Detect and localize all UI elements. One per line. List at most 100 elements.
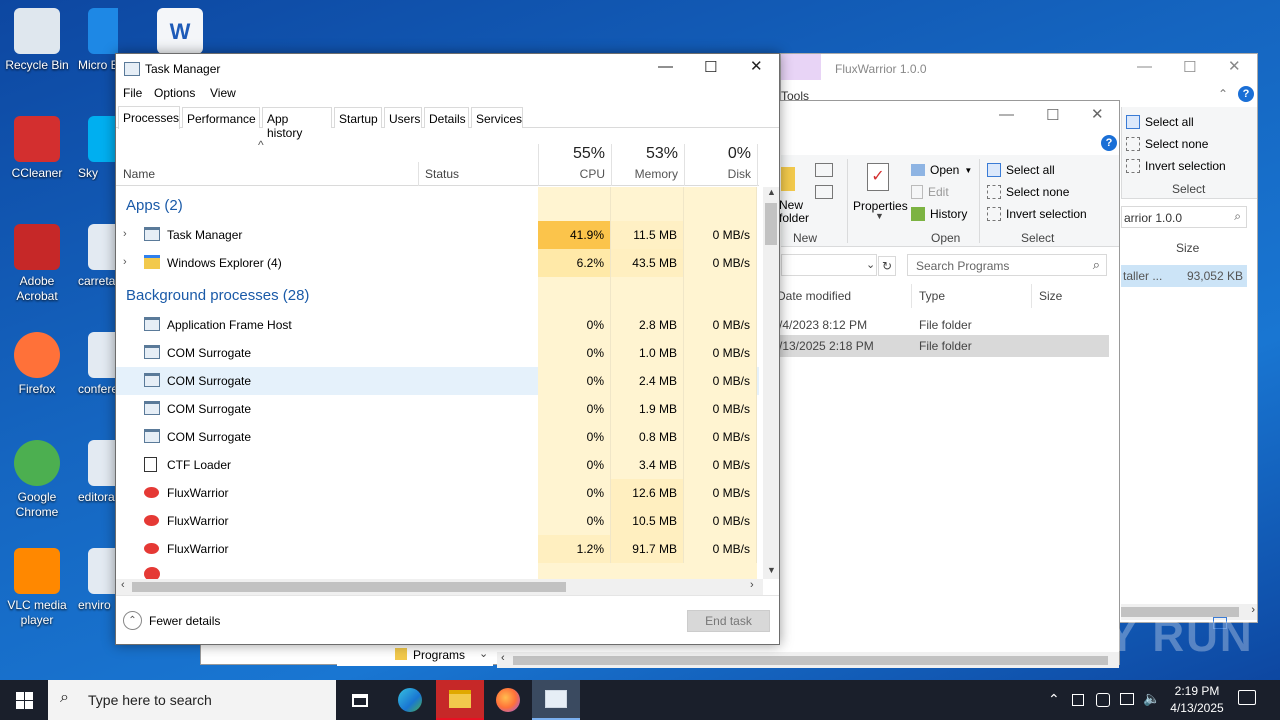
process-row[interactable]: CTF Loader 0% 3.4 MB 0 MB/s bbox=[116, 451, 759, 479]
tab-details[interactable]: Details bbox=[424, 107, 469, 128]
search-box[interactable]: arrior 1.0.0 ⌕ bbox=[1121, 206, 1247, 228]
desktop-icon-edge[interactable]: Micro Ed bbox=[74, 8, 118, 73]
invert-selection-button[interactable]: Invert selection bbox=[1126, 159, 1226, 173]
column-header-type[interactable]: Type bbox=[919, 289, 945, 303]
volume-icon[interactable]: 🔈 bbox=[1143, 690, 1160, 707]
minimize-button[interactable]: — bbox=[999, 106, 1014, 123]
network-icon[interactable] bbox=[1120, 693, 1134, 705]
desktop-icon-file[interactable]: carreta bbox=[74, 224, 118, 289]
column-header-memory[interactable]: Memory bbox=[612, 167, 678, 181]
column-header-cpu[interactable]: CPU bbox=[539, 167, 605, 181]
desktop-icon-word[interactable]: enviro bbox=[74, 548, 118, 613]
invert-selection-button[interactable]: Invert selection bbox=[987, 207, 1087, 221]
close-button[interactable]: ✕ bbox=[1228, 57, 1241, 75]
taskbar-task-manager-button[interactable] bbox=[532, 680, 580, 720]
end-task-button[interactable]: End task bbox=[687, 610, 770, 632]
sort-up-icon[interactable]: ^ bbox=[258, 138, 264, 152]
refresh-icon[interactable]: ↻ bbox=[878, 256, 896, 276]
tab-services[interactable]: Services bbox=[471, 107, 523, 128]
process-row[interactable]: FluxWarrior 0% 10.5 MB 0 MB/s bbox=[116, 507, 759, 535]
desktop-icon-acrobat[interactable]: Adobe Acrobat bbox=[0, 224, 74, 304]
taskbar-search-box[interactable]: ⌕ Type here to search bbox=[48, 680, 336, 720]
taskbar-edge-button[interactable] bbox=[386, 680, 434, 720]
battery-icon[interactable] bbox=[1072, 694, 1084, 706]
search-programs-box[interactable]: Search Programs ⌕ bbox=[907, 254, 1107, 276]
expand-chevron-icon[interactable]: › bbox=[123, 228, 127, 240]
column-header-date[interactable]: Date modified bbox=[777, 289, 851, 303]
properties-button[interactable]: ✓ Properties ▼ bbox=[851, 159, 908, 227]
column-header-disk[interactable]: Disk bbox=[685, 167, 751, 181]
vertical-scrollbar[interactable]: ▲ ▼ bbox=[763, 187, 779, 579]
disk-total[interactable]: 0% bbox=[685, 145, 751, 163]
close-button[interactable]: ✕ bbox=[750, 57, 763, 75]
new-folder-button[interactable]: New folder bbox=[779, 159, 845, 227]
desktop-icon-skype[interactable]: Sky bbox=[74, 116, 118, 181]
file-row-installer[interactable]: taller ... 93,052 KB bbox=[1121, 265, 1247, 287]
process-row[interactable]: COM Surrogate 0% 1.9 MB 0 MB/s bbox=[116, 395, 759, 423]
desktop-icon-word-document[interactable]: W bbox=[150, 8, 210, 58]
show-hidden-icons-chevron[interactable]: ⌃ bbox=[1048, 691, 1060, 708]
new-item-icon[interactable] bbox=[815, 163, 833, 177]
open-button[interactable]: Open ▼ bbox=[911, 163, 972, 177]
edit-button[interactable]: Edit bbox=[911, 185, 949, 199]
process-row[interactable]: Application Frame Host 0% 2.8 MB 0 MB/s bbox=[116, 311, 759, 339]
horizontal-scrollbar[interactable]: ‹ › bbox=[116, 579, 763, 595]
tab-startup[interactable]: Startup bbox=[334, 107, 382, 128]
maximize-button[interactable]: ☐ bbox=[704, 58, 717, 76]
tab-users[interactable]: Users bbox=[384, 107, 422, 128]
fewer-details-link[interactable]: Fewer details bbox=[149, 614, 220, 628]
clock[interactable]: 2:19 PM 4/13/2025 bbox=[1164, 683, 1230, 717]
process-row-partial[interactable] bbox=[116, 563, 759, 579]
tab-processes[interactable]: Processes bbox=[118, 106, 180, 129]
scrollbar-thumb[interactable] bbox=[132, 582, 566, 592]
process-row[interactable]: COM Surrogate 0% 2.4 MB 0 MB/s bbox=[116, 367, 759, 395]
desktop-icon-vlc[interactable]: VLC media player bbox=[0, 548, 74, 628]
select-none-button[interactable]: Select none bbox=[1126, 137, 1208, 151]
fewer-details-icon[interactable]: ⌃ bbox=[123, 611, 142, 630]
horizontal-scrollbar[interactable]: ‹ bbox=[497, 652, 1119, 668]
process-row[interactable]: COM Surrogate 0% 0.8 MB 0 MB/s bbox=[116, 423, 759, 451]
file-row[interactable]: /4/2023 8:12 PM File folder bbox=[779, 314, 1109, 336]
maximize-button[interactable]: ☐ bbox=[1183, 58, 1196, 76]
column-header-name[interactable]: Name bbox=[123, 167, 155, 181]
select-none-button[interactable]: Select none bbox=[987, 185, 1069, 199]
tab-app-history[interactable]: App history bbox=[262, 107, 332, 140]
task-view-button[interactable] bbox=[336, 680, 384, 720]
minimize-button[interactable]: — bbox=[1137, 58, 1152, 75]
help-icon[interactable]: ? bbox=[1101, 135, 1117, 151]
easy-access-icon[interactable] bbox=[815, 185, 833, 199]
select-all-button[interactable]: Select all bbox=[987, 163, 1055, 177]
taskbar-explorer-button[interactable] bbox=[436, 680, 484, 720]
select-all-button[interactable]: Select all bbox=[1126, 115, 1194, 129]
desktop-icon-ccleaner[interactable]: CCleaner bbox=[0, 116, 74, 181]
task-manager-window[interactable]: Task Manager — ☐ ✕ File Options View Pro… bbox=[115, 53, 780, 645]
desktop-icon-file[interactable]: editora bbox=[74, 440, 118, 505]
task-manager-titlebar[interactable]: Task Manager — ☐ ✕ bbox=[116, 54, 779, 84]
ribbon-collapse-icon[interactable]: ⌃ bbox=[1218, 87, 1228, 101]
menu-options[interactable]: Options bbox=[154, 86, 195, 100]
process-row[interactable]: FluxWarrior 1.2% 91.7 MB 0 MB/s bbox=[116, 535, 759, 563]
start-button[interactable] bbox=[0, 680, 48, 720]
address-dropdown[interactable]: ⌄ bbox=[781, 254, 877, 276]
notifications-icon[interactable] bbox=[1238, 690, 1256, 705]
desktop-icon-recycle-bin[interactable]: Recycle Bin bbox=[0, 8, 74, 73]
memory-total[interactable]: 53% bbox=[612, 145, 678, 163]
menu-view[interactable]: View bbox=[210, 86, 236, 100]
file-row-selected[interactable]: /13/2025 2:18 PM File folder bbox=[779, 335, 1109, 357]
process-row[interactable]: › Task Manager 41.9% 11.5 MB 0 MB/s bbox=[116, 221, 759, 249]
menu-file[interactable]: File bbox=[123, 86, 142, 100]
history-button[interactable]: History bbox=[911, 207, 967, 221]
process-row[interactable]: COM Surrogate 0% 1.0 MB 0 MB/s bbox=[116, 339, 759, 367]
nav-pane-item-programs[interactable]: Programs ⌄ bbox=[337, 644, 493, 666]
desktop-icon-file[interactable]: confere bbox=[74, 332, 118, 397]
scrollbar-thumb[interactable] bbox=[765, 203, 777, 245]
desktop-icon-firefox[interactable]: Firefox bbox=[0, 332, 74, 397]
process-row[interactable]: › Windows Explorer (4) 6.2% 43.5 MB 0 MB/s bbox=[116, 249, 759, 277]
cpu-total[interactable]: 55% bbox=[539, 145, 605, 163]
help-icon[interactable]: ? bbox=[1238, 86, 1254, 102]
close-button[interactable]: ✕ bbox=[1091, 105, 1104, 123]
tab-performance[interactable]: Performance bbox=[182, 107, 260, 128]
minimize-button[interactable]: — bbox=[658, 58, 673, 75]
explorer-titlebar[interactable]: FluxWarrior 1.0.0 — ☐ ✕ bbox=[781, 54, 1257, 84]
column-header-status[interactable]: Status bbox=[425, 167, 459, 181]
